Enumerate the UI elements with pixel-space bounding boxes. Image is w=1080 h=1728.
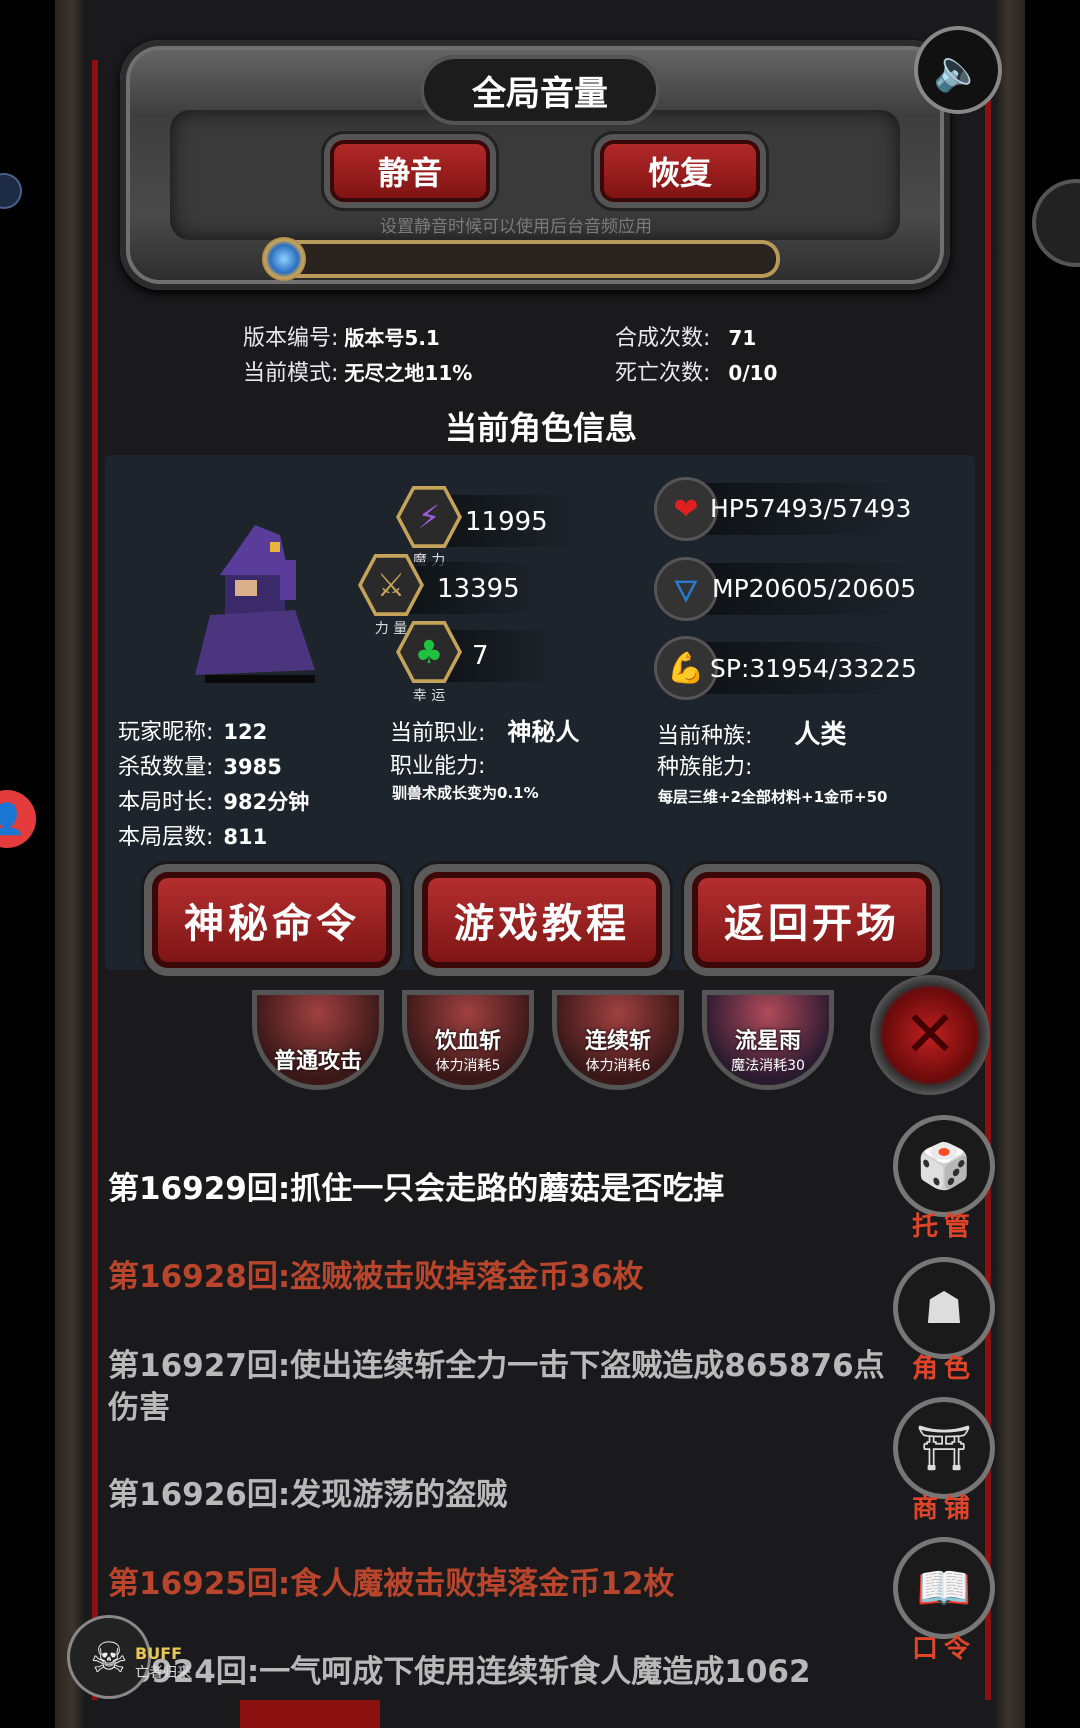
- character-section-title: 当前角色信息: [445, 409, 638, 447]
- magic-icon: ⚡ 魔 力: [396, 484, 462, 569]
- volume-slider-knob[interactable]: [262, 237, 306, 281]
- auto-play-label: 托管: [911, 1212, 976, 1242]
- mode-value: 无尽之地11%: [344, 361, 473, 385]
- version-info: 版本编号: 版本号5.1: [243, 320, 440, 352]
- skill-cost: 魔法消耗30: [731, 1058, 805, 1074]
- shop-sign-icon: ⛩: [898, 1402, 990, 1494]
- skill-normal-attack[interactable]: 普通攻击: [257, 995, 379, 1085]
- skill-name: 流星雨: [734, 1029, 801, 1054]
- sp-value: SP:31954/33225: [710, 654, 917, 683]
- skill-name: 普通攻击: [273, 1049, 362, 1074]
- return-start-button[interactable]: 返回开场: [692, 872, 932, 968]
- speaker-mute-icon[interactable]: 🔈: [918, 30, 998, 110]
- log-entry: 第16928回:盗贼被击败掉落金币36枚: [108, 1259, 644, 1295]
- log-entry: 16924回:一气呵成下使用连续斩食人魔造成1062: [108, 1654, 811, 1690]
- luck-caption: 幸 运: [412, 688, 446, 704]
- close-icon[interactable]: ✕: [870, 975, 990, 1095]
- tutorial-button[interactable]: 游戏教程: [422, 872, 662, 968]
- craft-value: 71: [728, 326, 757, 350]
- death-value: 0/10: [728, 361, 778, 385]
- nickname-value: 122: [223, 720, 268, 744]
- hp-value: HP57493/57493: [710, 494, 912, 523]
- strength-value: 13395: [437, 574, 520, 604]
- log-entry: 第16925回:食人魔被击败掉落金币12枚: [108, 1566, 675, 1602]
- audio-title: 全局音量: [420, 55, 660, 125]
- mode-key: 当前模式:: [243, 361, 339, 386]
- craft-info: 合成次数: 71: [615, 320, 756, 352]
- book-icon: 📖: [898, 1542, 990, 1634]
- mute-button[interactable]: 静音: [330, 140, 490, 202]
- death-key: 死亡次数:: [615, 361, 711, 386]
- buff-label: BUFF: [135, 1644, 183, 1663]
- volume-slider[interactable]: [270, 240, 780, 278]
- floors-row: 本局层数: 811: [118, 819, 267, 851]
- version-key: 版本编号:: [243, 326, 339, 351]
- floors-value: 811: [223, 825, 268, 849]
- skill-name: 饮血斩: [434, 1029, 501, 1054]
- race-row: 当前种族: 人类: [657, 714, 846, 751]
- frame-red-trim-left: [92, 60, 98, 1700]
- skill-name: 连续斩: [584, 1029, 651, 1054]
- shop-button[interactable]: ⛩ 商铺: [895, 1402, 993, 1525]
- duration-key: 本局时长:: [118, 790, 214, 815]
- magic-value: 11995: [465, 507, 548, 537]
- restore-button[interactable]: 恢复: [600, 140, 760, 202]
- skill-cost: 体力消耗6: [585, 1058, 651, 1074]
- duration-row: 本局时长: 982分钟: [118, 784, 309, 816]
- stamina-muscle-icon: 💪: [657, 639, 715, 697]
- race-key: 当前种族:: [657, 724, 753, 749]
- heart-icon: ❤: [657, 480, 715, 538]
- luck-icon: ♣ 幸 运: [396, 619, 462, 704]
- hooded-figure-icon: ☗: [898, 1262, 990, 1354]
- race-value: 人类: [794, 720, 847, 750]
- race-ability-key: 种族能力:: [657, 755, 753, 780]
- mystic-command-button[interactable]: 神秘命令: [152, 872, 392, 968]
- audio-hint: 设置静音时候可以使用后台音频应用: [380, 217, 652, 237]
- floating-user-icon[interactable]: 👤: [0, 790, 36, 848]
- log-entry: 第16927回:使出连续斩全力一击下盗贼造成865876点伤害: [108, 1348, 885, 1426]
- auto-play-button[interactable]: 🎲 托管: [895, 1120, 993, 1243]
- job-value: 神秘人: [507, 718, 580, 746]
- dice-icon: 🎲: [898, 1120, 990, 1212]
- version-value: 版本号5.1: [344, 326, 440, 350]
- bottom-bar-accent: [240, 1700, 380, 1728]
- floors-key: 本局层数:: [118, 825, 214, 850]
- kills-value: 3985: [223, 755, 282, 779]
- floating-app-icon[interactable]: [1036, 183, 1080, 263]
- strength-icon: ⚔ 力 量: [358, 552, 424, 637]
- buff-name: 亡者归来: [135, 1665, 191, 1681]
- skill-cost: 体力消耗5: [435, 1058, 501, 1074]
- job-ability-value: 驯兽术成长变为0.1%: [392, 784, 539, 802]
- kills-key: 杀敌数量:: [118, 755, 214, 780]
- kills-row: 杀敌数量: 3985: [118, 749, 282, 781]
- role-button[interactable]: ☗ 角色: [895, 1262, 993, 1385]
- nickname-row: 玩家昵称: 122: [118, 714, 267, 746]
- mode-info: 当前模式: 无尽之地11%: [243, 355, 472, 387]
- nickname-key: 玩家昵称:: [118, 720, 214, 745]
- luck-value: 7: [472, 641, 489, 671]
- job-key: 当前职业:: [390, 721, 486, 746]
- floating-overlay-icon[interactable]: [0, 175, 20, 207]
- shop-label: 商铺: [911, 1494, 976, 1524]
- race-ability-value: 每层三维+2全部材料+1金币+50: [658, 788, 888, 806]
- craft-key: 合成次数:: [615, 326, 711, 351]
- log-entry: 第16929回:抓住一只会走路的蘑菇是否吃掉: [108, 1171, 725, 1207]
- mana-flask-icon: 🜄: [657, 560, 715, 618]
- wizard-portrait: [195, 525, 315, 683]
- mp-value: MP20605/20605: [712, 574, 917, 603]
- job-ability-key: 职业能力:: [390, 754, 486, 779]
- job-row: 当前职业: 神秘人: [390, 712, 579, 747]
- death-info: 死亡次数: 0/10: [615, 355, 777, 387]
- log-entry: 第16926回:发现游荡的盗贼: [108, 1477, 508, 1513]
- role-label: 角色: [911, 1354, 976, 1384]
- duration-value: 982分钟: [223, 790, 310, 814]
- code-button[interactable]: 📖 口令: [895, 1542, 993, 1665]
- code-label: 口令: [911, 1634, 976, 1664]
